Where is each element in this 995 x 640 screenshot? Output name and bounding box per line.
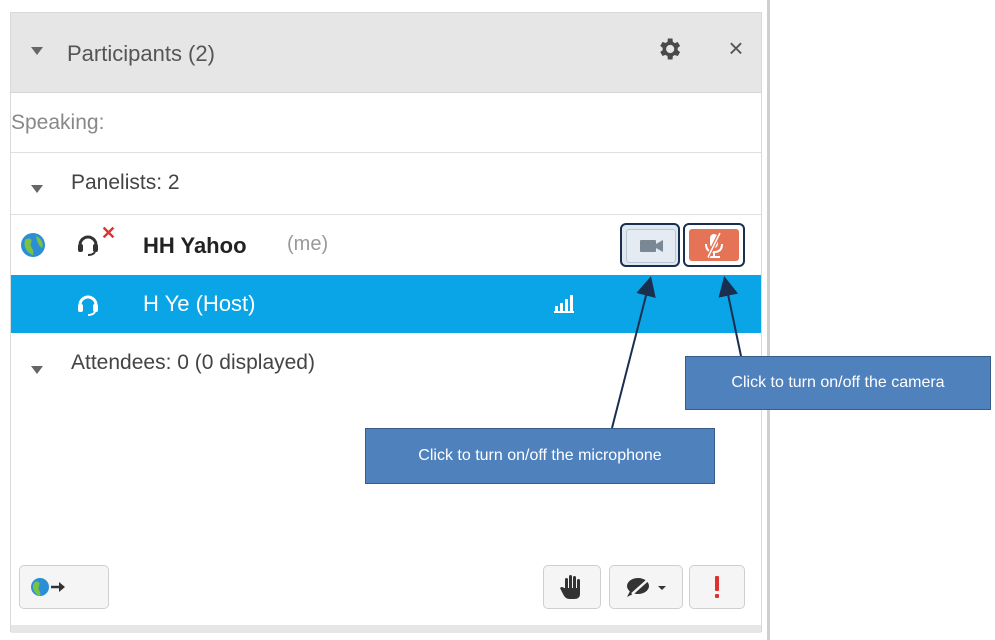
globe-icon <box>19 231 47 259</box>
attendees-label: Attendees: 0 (0 displayed) <box>71 351 315 374</box>
participant-name: H Ye (Host) <box>143 291 256 316</box>
headset-icon <box>77 292 99 316</box>
panelists-group-header[interactable]: Panelists: 2 <box>11 153 761 215</box>
collapse-triangle-down-icon[interactable] <box>31 366 43 374</box>
microphone-callout: Click to turn on/off the microphone <box>365 428 715 484</box>
camera-toggle-button[interactable] <box>620 223 680 267</box>
share-icon <box>31 578 65 596</box>
participant-row-me[interactable]: ✕ HH Yahoo (me) <box>11 215 761 277</box>
alert-button[interactable] <box>689 565 745 609</box>
camera-icon <box>640 240 663 252</box>
collapse-triangle-down-icon[interactable] <box>31 47 43 55</box>
chat-icon <box>627 577 666 597</box>
camera-callout: Click to turn on/off the camera <box>685 356 991 410</box>
microphone-toggle-button[interactable] <box>683 223 745 267</box>
panel-bottom-bar <box>11 625 761 633</box>
mic-muted-icon <box>705 232 723 258</box>
signal-bars-icon <box>554 293 574 313</box>
camera-button-face <box>626 229 676 263</box>
speaking-row: Speaking: <box>11 93 761 153</box>
panel-header[interactable]: Participants (2) × <box>11 13 761 93</box>
participants-panel: Participants (2) × Speaking: Panelists: … <box>0 0 770 640</box>
muted-x-icon: ✕ <box>101 223 117 243</box>
camera-callout-text: Click to turn on/off the camera <box>731 374 945 391</box>
panel-title: Participants (2) <box>67 41 215 66</box>
share-button[interactable] <box>19 565 109 609</box>
gear-icon[interactable] <box>655 35 683 63</box>
hand-icon <box>560 575 580 599</box>
participant-name: HH Yahoo <box>143 233 247 258</box>
exclamation-icon <box>715 576 719 598</box>
participants-panel-inner: Participants (2) × Speaking: Panelists: … <box>10 12 762 633</box>
attendees-group-header[interactable]: Attendees: 0 (0 displayed) <box>11 333 761 393</box>
headset-icon <box>77 232 99 256</box>
panelists-label: Panelists: 2 <box>71 171 180 194</box>
raise-hand-button[interactable] <box>543 565 601 609</box>
chat-button[interactable] <box>609 565 683 609</box>
collapse-triangle-down-icon[interactable] <box>31 185 43 193</box>
participant-me-suffix: (me) <box>287 233 329 255</box>
close-icon[interactable]: × <box>723 35 749 61</box>
microphone-button-face <box>689 229 739 261</box>
participant-row-host[interactable]: H Ye (Host) <box>11 275 761 333</box>
microphone-callout-text: Click to turn on/off the microphone <box>418 447 662 464</box>
speaking-label: Speaking: <box>11 111 105 134</box>
